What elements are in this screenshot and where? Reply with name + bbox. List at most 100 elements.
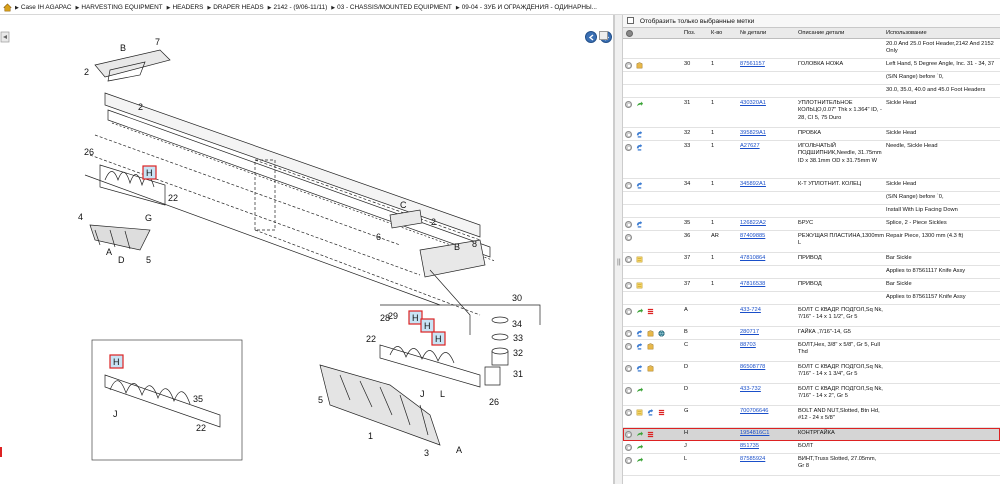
table-row[interactable]: H 1954816C1 КОНТРГАЙКА: [623, 428, 1000, 441]
part-number-link[interactable]: 433-724: [740, 307, 761, 314]
diagram-callout-label[interactable]: 33: [513, 333, 523, 343]
part-number-link[interactable]: 280717: [740, 329, 759, 336]
expand-icon[interactable]: [625, 256, 632, 263]
diagram-callout-label[interactable]: 6: [376, 232, 381, 242]
diagram-callout-label[interactable]: 5: [318, 395, 323, 405]
expand-icon[interactable]: [625, 431, 632, 438]
settings-icon[interactable]: [626, 30, 633, 37]
expand-icon[interactable]: [625, 308, 632, 315]
diagram-callout-label[interactable]: H: [113, 357, 120, 367]
diagram-callout-label[interactable]: 2: [431, 217, 436, 227]
table-row[interactable]: 35 1 126822A2 БРУС Splice, 2 - Piece Sickles: [623, 218, 1000, 231]
breadcrumb-item[interactable]: Case IH AGAPAC: [15, 4, 72, 11]
diagram-callout-label[interactable]: G: [145, 213, 152, 223]
part-number-link[interactable]: 87561157: [740, 61, 765, 68]
table-row[interactable]: 37 1 47816538 ПРИВОД Bar Sickle: [623, 279, 1000, 292]
diagram-callout-label[interactable]: 1: [368, 431, 373, 441]
expand-icon[interactable]: [625, 343, 632, 350]
part-number-link[interactable]: 86508778: [740, 364, 765, 371]
diagram-callout-label[interactable]: H: [146, 168, 153, 178]
part-number-link[interactable]: 88703: [740, 342, 756, 349]
part-number-link[interactable]: 1954816C1: [740, 430, 769, 437]
diagram-callout-label[interactable]: L: [440, 389, 445, 399]
show-selected-only-checkbox[interactable]: [627, 17, 634, 24]
expand-icon[interactable]: [625, 234, 632, 241]
home-icon[interactable]: [3, 3, 12, 12]
expand-icon[interactable]: [625, 457, 632, 464]
expand-icon[interactable]: [625, 144, 632, 151]
table-row[interactable]: 32 1 395829A1 ПРОБКА Sickle Head: [623, 128, 1000, 141]
table-row[interactable]: B 280717 ГАЙКА ,7/16"-14, G5: [623, 327, 1000, 340]
diagram-callout-label[interactable]: 2: [138, 102, 143, 112]
table-row[interactable]: 36 AR 87409885 РЕЖУЩАЯ ПЛАСТИНА,1300mm L Rep…: [623, 231, 1000, 253]
diagram-callout-label[interactable]: 32: [513, 348, 523, 358]
diagram-callout-label[interactable]: 5: [146, 255, 151, 265]
diagram-callout-label[interactable]: 2: [84, 67, 89, 77]
breadcrumb-item[interactable]: 03 - CHASSIS/MOUNTED EQUIPMENT: [331, 4, 452, 11]
part-number-link[interactable]: 851735: [740, 443, 759, 450]
table-row[interactable]: 31 1 430320A1 УПЛОТНИТЕЛЬНОЕ КОЛЬЦО,0.07" T…: [623, 98, 1000, 128]
expand-icon[interactable]: [625, 409, 632, 416]
part-number-link[interactable]: 47810864: [740, 255, 765, 262]
table-row[interactable]: 30.0, 35.0, 40.0 and 45.0 Foot Headers: [623, 85, 1000, 98]
breadcrumb-item[interactable]: 2142 - (9/06-11/11): [268, 4, 328, 11]
part-number-link[interactable]: 87585924: [740, 456, 765, 463]
diagram-callout-label[interactable]: D: [118, 255, 125, 265]
col-qty[interactable]: К-во: [711, 28, 722, 39]
diagram-callout-label[interactable]: 31: [513, 369, 523, 379]
expand-icon[interactable]: [625, 444, 632, 451]
diagram-callout-label[interactable]: J: [420, 389, 425, 399]
diagram-callout-label[interactable]: 26: [84, 147, 94, 157]
diagram-callout-label[interactable]: J: [113, 409, 118, 419]
diagram-callout-label[interactable]: H: [424, 321, 431, 331]
table-row[interactable]: J 851735 БОЛТ: [623, 441, 1000, 454]
table-row[interactable]: 37 1 47810864 ПРИВОД Bar Sickle: [623, 253, 1000, 266]
part-number-link[interactable]: 433-732: [740, 386, 761, 393]
table-row[interactable]: Install With Lip Facing Down: [623, 205, 1000, 218]
expand-icon[interactable]: [625, 62, 632, 69]
col-part[interactable]: № детали: [740, 28, 766, 39]
diagram-callout-label[interactable]: 26: [489, 397, 499, 407]
table-row[interactable]: 30 1 87561157 ГОЛОВКА НОЖА Left Hand, 5 Degr…: [623, 59, 1000, 72]
diagram-callout-label[interactable]: B: [454, 242, 460, 252]
expand-icon[interactable]: [625, 131, 632, 138]
table-row[interactable]: Applies to 87561157 Knife Assy: [623, 292, 1000, 305]
col-use[interactable]: Использование: [886, 28, 927, 39]
diagram-callout-label[interactable]: 4: [78, 212, 83, 222]
expand-icon[interactable]: [625, 330, 632, 337]
diagram-callout-label[interactable]: A: [106, 247, 112, 257]
diagram-callout-label[interactable]: 22: [168, 193, 178, 203]
diagram-callout-label[interactable]: C: [400, 200, 407, 210]
table-row[interactable]: D 86508778 БОЛТ С КВАДР. ПОДГОЛ,Sq Nk, 7/1…: [623, 362, 1000, 384]
diagram-callout-label[interactable]: 28: [380, 313, 390, 323]
expand-icon[interactable]: [625, 387, 632, 394]
table-row[interactable]: A 433-724 БОЛТ С КВАДР. ПОДГОЛ,Sq Nk, 7/16…: [623, 305, 1000, 327]
expand-icon[interactable]: [625, 365, 632, 372]
diagram-callout-label[interactable]: 22: [366, 334, 376, 344]
pane-splitter[interactable]: ||: [614, 15, 623, 484]
diagram-callout-label[interactable]: 34: [512, 319, 522, 329]
part-number-link[interactable]: 345892A1: [740, 181, 766, 188]
part-number-link[interactable]: 395829A1: [740, 130, 766, 137]
table-row[interactable]: L 87585924 ВИНТ,Truss Slotted, 27.05mm, Gr…: [623, 454, 1000, 476]
diagram-callout-label[interactable]: A: [456, 445, 462, 455]
diagram-callout-label[interactable]: B: [120, 43, 126, 53]
table-row[interactable]: D 433-732 БОЛТ С КВАДР. ПОДГОЛ,Sq Nk, 7/16…: [623, 384, 1000, 406]
table-row[interactable]: Applies to 87561117 Knife Assy: [623, 266, 1000, 279]
diagram-callout-label[interactable]: 8: [472, 239, 477, 249]
table-row[interactable]: (S/N Range) before `0,: [623, 192, 1000, 205]
table-row[interactable]: 20.0 And 25.0 Foot Header,2142 And 2152 …: [623, 39, 1000, 59]
table-row[interactable]: (S/N Range) before `0,: [623, 72, 1000, 85]
diagram-callout-label[interactable]: 35: [193, 394, 203, 404]
table-row[interactable]: 34 1 345892A1 К-Т УПЛОТНИТ. КОЛЕЦ Sickle Hea…: [623, 179, 1000, 192]
expand-icon[interactable]: [625, 182, 632, 189]
diagram-callout-label[interactable]: 7: [155, 37, 160, 47]
expand-icon[interactable]: [625, 221, 632, 228]
breadcrumb-item[interactable]: HARVESTING EQUIPMENT: [76, 4, 163, 11]
diagram-callout-label[interactable]: 22: [196, 423, 206, 433]
breadcrumb-item[interactable]: HEADERS: [167, 4, 204, 11]
col-pos[interactable]: Поз.: [684, 28, 695, 39]
part-number-link[interactable]: 87409885: [740, 233, 765, 240]
expand-icon[interactable]: [625, 282, 632, 289]
diagram-callout-label[interactable]: 30: [512, 293, 522, 303]
